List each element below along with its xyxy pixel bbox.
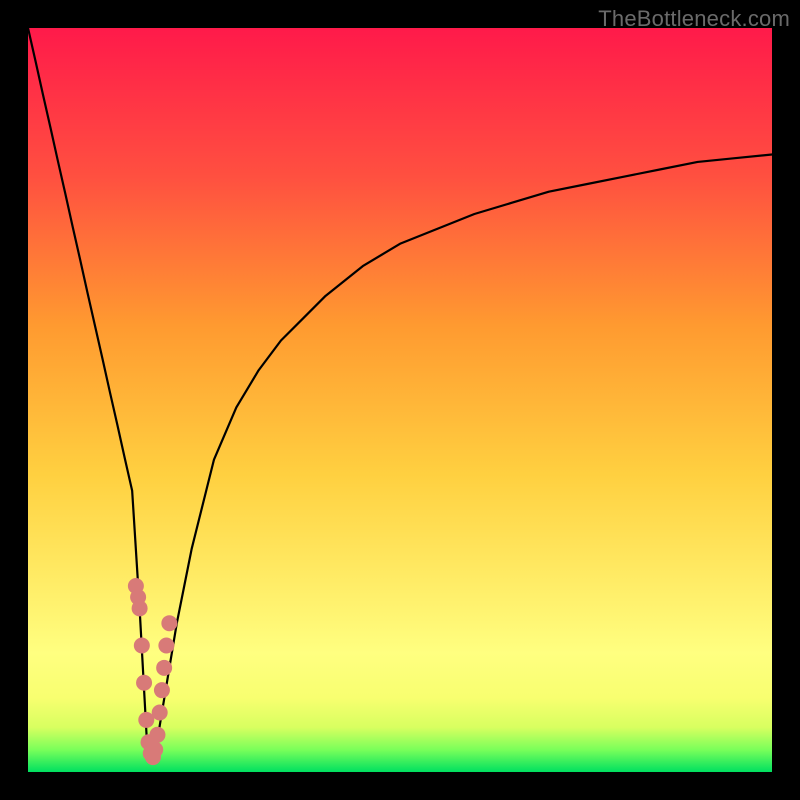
watermark-text: TheBottleneck.com [598, 6, 790, 32]
marker-dot [156, 660, 172, 676]
marker-dot [134, 638, 150, 654]
plot-svg [28, 28, 772, 772]
marker-dot [158, 638, 174, 654]
marker-dot [149, 727, 165, 743]
marker-dot [161, 615, 177, 631]
marker-dot [138, 712, 154, 728]
marker-dot [147, 742, 163, 758]
marker-dot [130, 589, 146, 605]
outer-frame: TheBottleneck.com [0, 0, 800, 800]
plot-area [28, 28, 772, 772]
marker-dot [136, 675, 152, 691]
gradient-background [28, 28, 772, 772]
marker-dot [154, 682, 170, 698]
marker-dot [152, 704, 168, 720]
